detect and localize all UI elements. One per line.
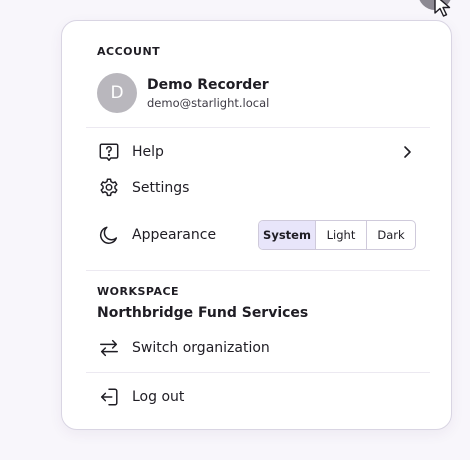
appearance-option-dark[interactable]: Dark (367, 221, 415, 249)
mouse-cursor-icon (434, 0, 451, 17)
menu-item-help[interactable]: Help (97, 138, 415, 166)
switch-arrows-icon (97, 336, 121, 360)
appearance-toggle: System Light Dark (258, 220, 416, 250)
gear-icon (97, 176, 121, 200)
divider (86, 270, 430, 271)
menu-item-settings-label: Settings (132, 180, 190, 196)
profile-name: Demo Recorder (147, 76, 269, 93)
divider (86, 127, 430, 128)
chevron-right-icon (404, 146, 411, 158)
moon-icon (97, 223, 121, 247)
logout-icon (97, 385, 121, 409)
workspace-section-label: WORKSPACE (97, 285, 180, 298)
menu-item-appearance-label: Appearance (132, 227, 217, 243)
profile-email: demo@starlight.local (147, 95, 270, 110)
account-profile: D Demo Recorder demo@starlight.local (97, 73, 269, 113)
menu-item-help-label: Help (132, 144, 164, 160)
divider (86, 372, 430, 373)
profile-avatar: D (97, 73, 137, 113)
appearance-option-system[interactable]: System (259, 221, 316, 249)
organization-name: Northbridge Fund Services (97, 305, 309, 321)
menu-item-switch-organization-label: Switch organization (132, 340, 270, 356)
account-section-label: ACCOUNT (97, 45, 161, 58)
account-menu: ACCOUNT D Demo Recorder demo@starlight.l… (61, 20, 452, 430)
menu-item-log-out[interactable]: Log out (97, 383, 415, 411)
help-icon (97, 140, 121, 164)
menu-item-switch-organization[interactable]: Switch organization (97, 334, 415, 362)
menu-item-settings[interactable]: Settings (97, 174, 415, 202)
appearance-option-light[interactable]: Light (316, 221, 367, 249)
menu-item-log-out-label: Log out (132, 389, 185, 405)
